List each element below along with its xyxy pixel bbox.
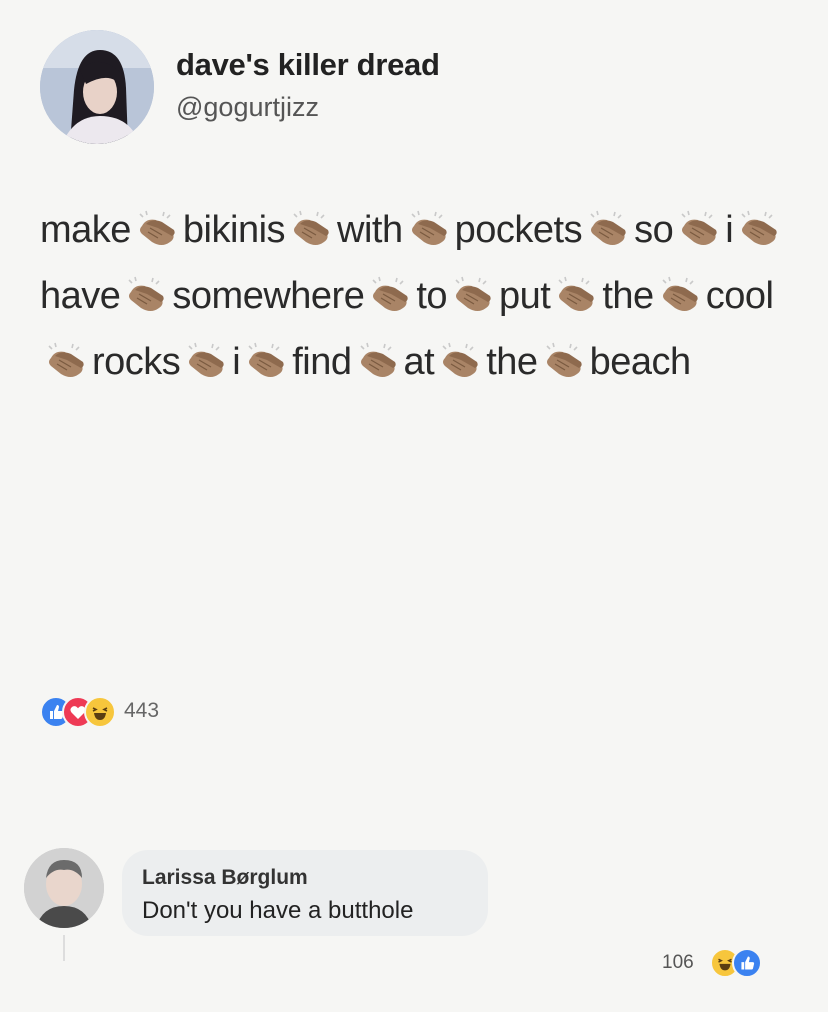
tweet-word: beach bbox=[589, 341, 692, 383]
tweet-word: put bbox=[499, 275, 551, 317]
clapping-hands-icon bbox=[43, 335, 89, 377]
tweet-word: rocks bbox=[92, 341, 181, 383]
tweet-word: the bbox=[486, 341, 538, 383]
clapping-hands-icon bbox=[406, 203, 452, 245]
tweet-word: at bbox=[403, 341, 435, 383]
tweet-word: so bbox=[634, 209, 674, 251]
clapping-hands-icon bbox=[450, 269, 496, 311]
user-handle[interactable]: @gogurtjizz bbox=[176, 92, 319, 123]
tweet-word: pockets bbox=[454, 209, 583, 251]
display-name[interactable]: dave's killer dread bbox=[176, 47, 440, 83]
clapping-hands-icon bbox=[183, 335, 229, 377]
comment-reaction-count: 106 bbox=[662, 952, 694, 973]
tweet-word: find bbox=[292, 341, 352, 383]
tweet-word: somewhere bbox=[172, 275, 365, 317]
tweet-word: the bbox=[602, 275, 654, 317]
clapping-hands-icon bbox=[541, 335, 587, 377]
commenter-avatar[interactable] bbox=[24, 848, 104, 928]
tweet-word: i bbox=[232, 341, 241, 383]
clapping-hands-icon bbox=[585, 203, 631, 245]
clapping-hands-icon bbox=[288, 203, 334, 245]
tweet-text: make bikinis with pockets so i have somewhere to… bbox=[40, 197, 810, 395]
tweet-word: with bbox=[337, 209, 403, 251]
clapping-hands-icon bbox=[736, 203, 782, 245]
haha-icon bbox=[84, 696, 116, 728]
tweet-word: have bbox=[40, 275, 121, 317]
tweet-word: to bbox=[416, 275, 448, 317]
clapping-hands-icon bbox=[657, 269, 703, 311]
clapping-hands-icon bbox=[355, 335, 401, 377]
tweet-author-avatar[interactable] bbox=[40, 30, 154, 144]
tweet-word: bikinis bbox=[182, 209, 286, 251]
like-icon bbox=[732, 948, 762, 978]
tweet-word: make bbox=[40, 209, 131, 251]
user-avatar bbox=[24, 848, 104, 928]
clapping-hands-icon bbox=[367, 269, 413, 311]
reaction-count: 443 bbox=[124, 699, 160, 722]
user-avatar bbox=[40, 30, 154, 144]
tweet-word: cool bbox=[705, 275, 774, 317]
clapping-hands-icon bbox=[123, 269, 169, 311]
tweet-word: i bbox=[725, 209, 734, 251]
thread-line bbox=[63, 935, 65, 961]
commenter-name[interactable]: Larissa Børglum bbox=[142, 866, 308, 890]
comment-text: Don't you have a butthole bbox=[142, 897, 414, 924]
clapping-hands-icon bbox=[676, 203, 722, 245]
comment-bubble: Larissa Børglum Don't you have a butthol… bbox=[122, 850, 488, 936]
clapping-hands-icon bbox=[243, 335, 289, 377]
clapping-hands-icon bbox=[437, 335, 483, 377]
clapping-hands-icon bbox=[553, 269, 599, 311]
clapping-hands-icon bbox=[134, 203, 180, 245]
